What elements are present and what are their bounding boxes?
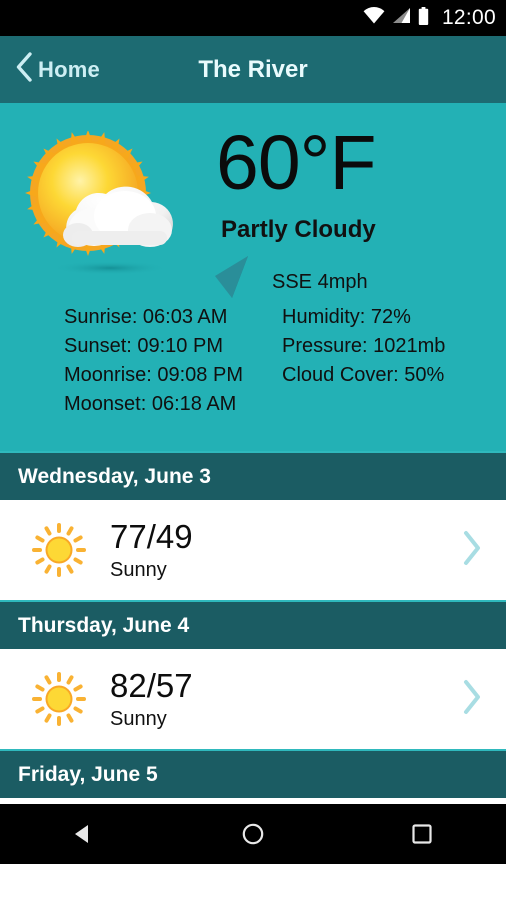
current-temperature: 60°F <box>216 120 376 206</box>
details-column-left: Sunrise: 06:03 AM Sunset: 09:10 PM Moonr… <box>64 303 282 419</box>
wind-reading: SSE 4mph <box>272 271 368 293</box>
detail-sunset: Sunset: 09:10 PM <box>64 335 223 357</box>
detail-moonset: Moonset: 06:18 AM <box>64 393 237 415</box>
forecast-date-label: Wednesday, June 3 <box>18 464 211 488</box>
chevron-left-icon <box>14 51 34 88</box>
detail-sunrise: Sunrise: 06:03 AM <box>64 306 228 328</box>
forecast-row[interactable]: 82/57 Sunny <box>0 649 506 749</box>
forecast-description: Sunny <box>110 559 167 581</box>
forecast-day-header: Friday, June 5 <box>0 749 506 798</box>
forecast-text: 77/49 Sunny <box>96 518 460 582</box>
back-to-home-button[interactable]: Home <box>0 51 100 88</box>
recents-square-icon[interactable] <box>387 822 457 846</box>
wifi-icon <box>363 7 385 29</box>
forecast-temps: 77/49 <box>110 518 193 555</box>
app-bar: Home The River <box>0 36 506 103</box>
sun-behind-cloud-icon <box>22 130 197 286</box>
status-bar-icons: 12:00 <box>363 6 496 30</box>
battery-icon <box>418 6 429 30</box>
forecast-day-header: Thursday, June 4 <box>0 600 506 649</box>
forecast-row[interactable]: 77/49 Sunny <box>0 500 506 600</box>
android-navigation-bar <box>0 804 506 864</box>
detail-humidity: Humidity: 72% <box>282 306 411 328</box>
detail-moonrise: Moonrise: 09:08 PM <box>64 364 243 386</box>
chevron-right-icon[interactable] <box>460 529 490 572</box>
forecast-date-label: Friday, June 5 <box>18 762 158 786</box>
home-circle-icon[interactable] <box>218 822 288 846</box>
forecast-temps: 82/57 <box>110 667 193 704</box>
phone-screen: 12:00 Home The River 60°F Partly Cloudy … <box>0 0 506 900</box>
sun-icon <box>22 671 96 727</box>
current-condition: Partly Cloudy <box>221 216 376 243</box>
back-button-label: Home <box>38 56 100 82</box>
detail-pressure: Pressure: 1021mb <box>282 335 446 357</box>
current-weather-icon-wrap <box>0 119 218 311</box>
detail-cloud-cover: Cloud Cover: 50% <box>282 364 445 386</box>
status-bar: 12:00 <box>0 0 506 36</box>
current-summary-row: 60°F Partly Cloudy SSE 4mph <box>0 103 506 311</box>
current-details: Sunrise: 06:03 AM Sunset: 09:10 PM Moonr… <box>0 303 506 419</box>
back-triangle-icon[interactable] <box>49 822 119 846</box>
details-column-right: Humidity: 72% Pressure: 1021mb Cloud Cov… <box>282 303 445 419</box>
status-bar-clock: 12:00 <box>441 6 496 29</box>
current-readings: 60°F Partly Cloudy SSE 4mph <box>215 119 506 311</box>
cellular-signal-icon <box>392 7 411 29</box>
sun-icon <box>22 522 96 578</box>
forecast-day-header: Wednesday, June 3 <box>0 451 506 500</box>
forecast-description: Sunny <box>110 708 167 730</box>
forecast-date-label: Thursday, June 4 <box>18 613 190 637</box>
chevron-right-icon[interactable] <box>460 678 490 721</box>
forecast-text: 82/57 Sunny <box>96 667 460 731</box>
current-conditions-panel: 60°F Partly Cloudy SSE 4mph Sunrise: 06:… <box>0 103 506 451</box>
